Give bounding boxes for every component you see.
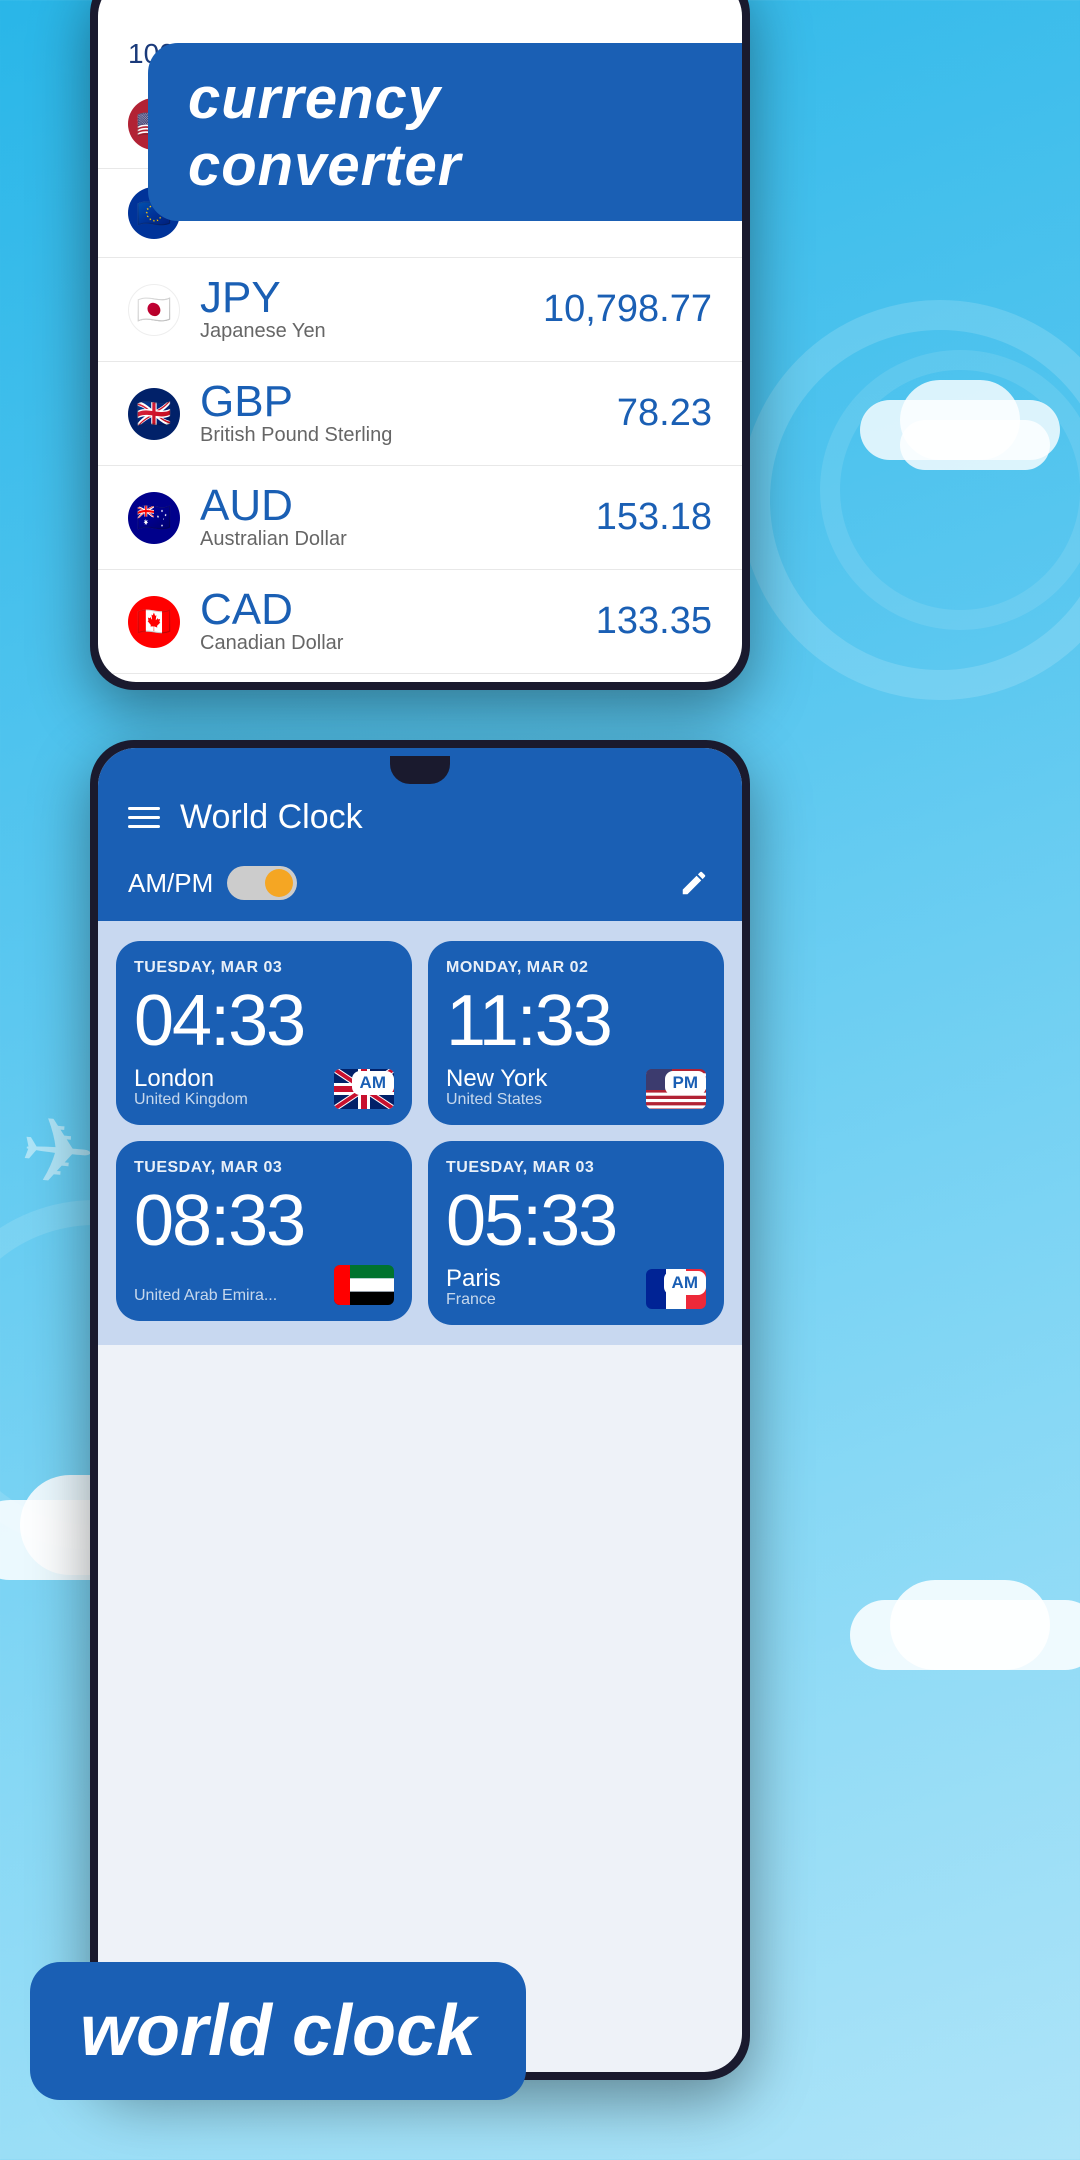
paris-date: TUESDAY, MAR 03 (446, 1159, 706, 1177)
uae-location: United Arab Emira... (134, 1287, 277, 1305)
hamburger-line-1 (128, 807, 160, 810)
ampm-label: AM/PM (128, 868, 213, 899)
paris-city: Paris (446, 1267, 501, 1291)
uae-flag (334, 1265, 394, 1305)
london-city: London (134, 1067, 248, 1091)
currency-banner-text: currency converter (188, 66, 461, 198)
london-time: 04:33 (134, 985, 394, 1057)
aud-code: AUD (200, 484, 596, 528)
ampm-toggle[interactable] (227, 866, 297, 900)
currency-row-aud[interactable]: 🇦🇺 AUD Australian Dollar 153.18 (98, 466, 742, 570)
cad-name: Canadian Dollar (200, 632, 596, 655)
clock-card-paris[interactable]: TUESDAY, MAR 03 05:33 AM Paris France (428, 1141, 724, 1325)
gbp-value: 78.23 (617, 392, 712, 435)
cad-value: 133.35 (596, 600, 712, 643)
uae-country: United Arab Emira... (134, 1287, 277, 1305)
edit-button[interactable] (676, 865, 712, 901)
currency-converter-screen: currency converter 100 USD equals: 🇺🇸 US… (98, 0, 742, 682)
hamburger-line-2 (128, 816, 160, 819)
ampm-toggle-row: AM/PM (128, 866, 297, 900)
london-location: London United Kingdom (134, 1067, 248, 1109)
uae-time: 08:33 (134, 1185, 394, 1257)
paris-country: France (446, 1291, 501, 1309)
newyork-ampm: PM (665, 1071, 707, 1095)
world-clock-grid: TUESDAY, MAR 03 04:33 AM London United K… (98, 921, 742, 1345)
cad-code: CAD (200, 588, 596, 632)
newyork-city: New York (446, 1067, 547, 1091)
paris-time: 05:33 (446, 1185, 706, 1257)
currency-row-gbp[interactable]: 🇬🇧 GBP British Pound Sterling 78.23 (98, 362, 742, 466)
currency-row-cad[interactable]: 🇨🇦 CAD Canadian Dollar 133.35 (98, 570, 742, 674)
world-clock-title: World Clock (180, 798, 363, 837)
jpy-name: Japanese Yen (200, 320, 543, 343)
cad-info: CAD Canadian Dollar (200, 588, 596, 655)
notch (390, 756, 450, 784)
paris-location: Paris France (446, 1267, 501, 1309)
world-clock-label-text: world clock (80, 1991, 476, 2071)
toggle-knob (265, 869, 293, 897)
menu-button[interactable] (128, 807, 160, 828)
aud-flag: 🇦🇺 (128, 492, 180, 544)
world-clock-title-row: World Clock (128, 798, 712, 851)
jpy-flag: 🇯🇵 (128, 284, 180, 336)
newyork-country: United States (446, 1091, 547, 1109)
london-ampm: AM (352, 1071, 394, 1095)
london-date: TUESDAY, MAR 03 (134, 959, 394, 977)
newyork-time: 11:33 (446, 985, 706, 1057)
hamburger-line-3 (128, 825, 160, 828)
jpy-code: JPY (200, 276, 543, 320)
aud-name: Australian Dollar (200, 528, 596, 551)
newyork-date: MONDAY, MAR 02 (446, 959, 706, 977)
jpy-value: 10,798.77 (543, 288, 712, 331)
london-country: United Kingdom (134, 1091, 248, 1109)
newyork-location: New York United States (446, 1067, 547, 1109)
cad-flag: 🇨🇦 (128, 596, 180, 648)
gbp-flag: 🇬🇧 (128, 388, 180, 440)
jpy-info: JPY Japanese Yen (200, 276, 543, 343)
uae-date: TUESDAY, MAR 03 (134, 1159, 394, 1177)
aud-value: 153.18 (596, 496, 712, 539)
clock-card-newyork[interactable]: MONDAY, MAR 02 11:33 PM New York United … (428, 941, 724, 1125)
paris-ampm: AM (664, 1271, 706, 1295)
currency-converter-phone: currency converter 100 USD equals: 🇺🇸 US… (90, 0, 750, 690)
gbp-code: GBP (200, 380, 617, 424)
world-clock-screen: World Clock AM/PM TUESDA (98, 748, 742, 2072)
clock-card-uae[interactable]: TUESDAY, MAR 03 08:33 United Arab Emira.… (116, 1141, 412, 1321)
currency-row-jpy[interactable]: 🇯🇵 JPY Japanese Yen 10,798.77 (98, 258, 742, 362)
world-clock-label: world clock (30, 1962, 526, 2100)
clock-card-london[interactable]: TUESDAY, MAR 03 04:33 AM London United K… (116, 941, 412, 1125)
world-clock-controls: AM/PM (128, 851, 712, 921)
world-clock-phone: World Clock AM/PM TUESDA (90, 740, 750, 2080)
gbp-name: British Pound Sterling (200, 424, 617, 447)
currency-banner: currency converter (148, 43, 742, 221)
gbp-info: GBP British Pound Sterling (200, 380, 617, 447)
aud-info: AUD Australian Dollar (200, 484, 596, 551)
